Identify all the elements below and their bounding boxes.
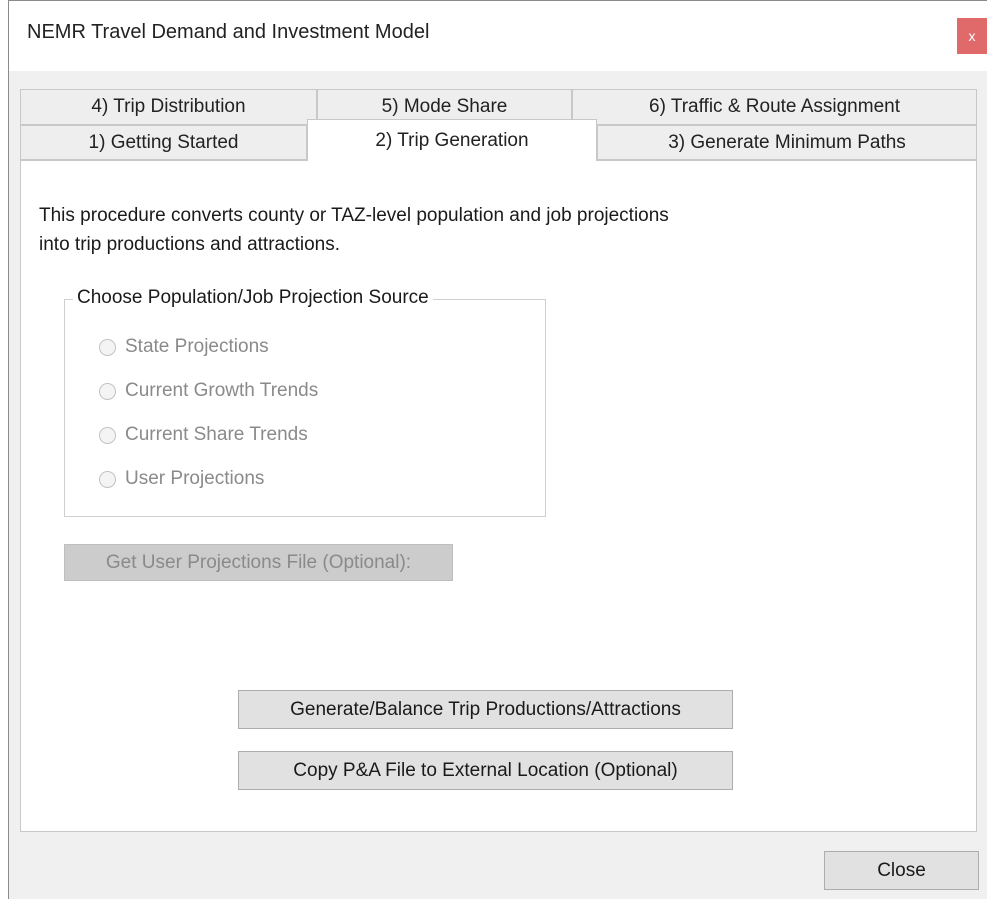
radio-label: Current Growth Trends	[125, 380, 319, 401]
tab-traffic-route-assignment[interactable]: 6) Traffic & Route Assignment	[572, 89, 977, 125]
get-user-projections-file-button[interactable]: Get User Projections File (Optional):	[64, 544, 453, 581]
radio-current-share-trends[interactable]: Current Share Trends	[99, 422, 308, 448]
radio-icon	[99, 338, 116, 356]
radio-icon	[99, 382, 116, 400]
description-line: into trip productions and attractions.	[39, 234, 341, 255]
radio-user-projections[interactable]: User Projections	[99, 466, 264, 492]
radio-label: State Projections	[125, 336, 269, 357]
close-window-button[interactable]: x	[957, 18, 987, 54]
close-button[interactable]: Close	[824, 851, 979, 890]
group-legend: Choose Population/Job Projection Source	[73, 287, 433, 309]
dialog-window: NEMR Travel Demand and Investment Model …	[8, 0, 987, 899]
projection-source-group: Choose Population/Job Projection Source …	[64, 287, 546, 517]
close-icon: x	[968, 28, 976, 44]
radio-current-growth-trends[interactable]: Current Growth Trends	[99, 378, 318, 404]
tab-label: 6) Traffic & Route Assignment	[649, 96, 900, 117]
tab-label: 1) Getting Started	[88, 131, 239, 153]
radio-icon	[99, 426, 116, 444]
tab-label: 3) Generate Minimum Paths	[668, 131, 906, 153]
radio-label: User Projections	[125, 468, 265, 489]
title-bar: NEMR Travel Demand and Investment Model …	[9, 1, 987, 71]
radio-icon	[99, 470, 116, 488]
tab-getting-started[interactable]: 1) Getting Started	[20, 125, 307, 160]
tab-trip-distribution[interactable]: 4) Trip Distribution	[20, 89, 317, 125]
tab-label: 2) Trip Generation	[375, 129, 529, 151]
window-title: NEMR Travel Demand and Investment Model	[27, 21, 430, 43]
tab-label: 4) Trip Distribution	[91, 96, 246, 117]
tab-trip-generation[interactable]: 2) Trip Generation	[307, 119, 597, 161]
description-line: This procedure converts county or TAZ-le…	[39, 205, 669, 226]
radio-label: Current Share Trends	[125, 424, 308, 445]
tab-generate-minimum-paths[interactable]: 3) Generate Minimum Paths	[597, 125, 977, 160]
radio-state-projections[interactable]: State Projections	[99, 334, 269, 360]
generate-balance-button[interactable]: Generate/Balance Trip Productions/Attrac…	[238, 690, 733, 729]
procedure-description: This procedure converts county or TAZ-le…	[39, 201, 859, 259]
trip-generation-panel: This procedure converts county or TAZ-le…	[20, 160, 977, 832]
copy-pa-file-button[interactable]: Copy P&A File to External Location (Opti…	[238, 751, 733, 790]
tab-label: 5) Mode Share	[381, 96, 508, 117]
